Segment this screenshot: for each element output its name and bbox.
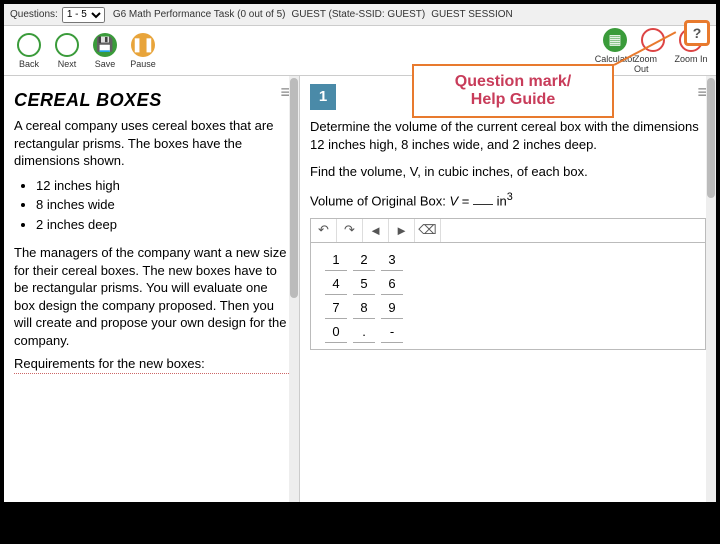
- key-3[interactable]: 3: [381, 249, 403, 271]
- questions-label: Questions:: [10, 9, 58, 20]
- nav-left-button[interactable]: ◄: [363, 219, 389, 242]
- questions-select[interactable]: 1 - 5: [62, 7, 105, 23]
- list-item: 12 inches high: [36, 176, 289, 196]
- passage-p3: Requirements for the new boxes:: [14, 355, 289, 374]
- key-2[interactable]: 2: [353, 249, 375, 271]
- callout-line2: Help Guide: [471, 91, 555, 109]
- key-4[interactable]: 4: [325, 273, 347, 295]
- content-area: ≡ CEREAL BOXES A cereal company uses cer…: [4, 76, 716, 502]
- left-scrollbar[interactable]: [289, 76, 299, 502]
- help-button[interactable]: ?: [684, 20, 710, 46]
- save-button[interactable]: 💾 Save: [86, 33, 124, 69]
- passage-p2: The managers of the company want a new s…: [14, 244, 289, 349]
- numeric-keypad: 1 2 3 4 5 6 7 8 9: [311, 243, 705, 349]
- key-6[interactable]: 6: [381, 273, 403, 295]
- question-number: 1: [310, 84, 336, 110]
- question-text-2: Find the volume, V, in cubic inches, of …: [310, 163, 706, 181]
- session-info: GUEST SESSION: [431, 9, 513, 20]
- task-info: G6 Math Performance Task (0 out of 5): [113, 9, 286, 20]
- question-mark-icon: ?: [693, 25, 702, 41]
- nav-right-button[interactable]: ►: [389, 219, 415, 242]
- user-info: GUEST (State-SSID: GUEST): [291, 9, 425, 20]
- volume-formula: Volume of Original Box: V = in3: [310, 191, 706, 208]
- key-8[interactable]: 8: [353, 297, 375, 319]
- undo-button[interactable]: ↶: [311, 219, 337, 242]
- help-callout: Question mark/ Help Guide: [412, 64, 614, 118]
- save-icon: 💾: [93, 33, 117, 57]
- key-5[interactable]: 5: [353, 273, 375, 295]
- key-minus[interactable]: -: [381, 321, 403, 343]
- key-9[interactable]: 9: [381, 297, 403, 319]
- callout-line1: Question mark/: [455, 73, 571, 91]
- calculator-icon: ▦: [603, 28, 627, 52]
- backspace-button[interactable]: ⌫: [415, 219, 441, 242]
- next-button[interactable]: → Next: [48, 33, 86, 69]
- redo-button[interactable]: ↷: [337, 219, 363, 242]
- key-7[interactable]: 7: [325, 297, 347, 319]
- key-0[interactable]: 0: [325, 321, 347, 343]
- bottom-letterbox: [0, 506, 720, 544]
- answer-toolbar: ↶ ↷ ◄ ► ⌫: [311, 219, 705, 243]
- right-scrollbar[interactable]: [706, 76, 716, 502]
- dimension-list: 12 inches high 8 inches wide 2 inches de…: [36, 176, 289, 235]
- back-button[interactable]: ← Back: [10, 33, 48, 69]
- top-info-bar: Questions: 1 - 5 G6 Math Performance Tas…: [4, 4, 716, 26]
- question-pane: ≡ 1 Determine the volume of the current …: [300, 76, 716, 502]
- passage-title: CEREAL BOXES: [14, 90, 289, 111]
- pause-button[interactable]: ❚❚ Pause: [124, 33, 162, 69]
- list-item: 8 inches wide: [36, 195, 289, 215]
- key-dot[interactable]: .: [353, 321, 375, 343]
- question-text-1: Determine the volume of the current cere…: [310, 118, 706, 153]
- passage-p1: A cereal company uses cereal boxes that …: [14, 117, 289, 170]
- list-item: 2 inches deep: [36, 215, 289, 235]
- arrow-left-icon: ←: [17, 33, 41, 57]
- pause-icon: ❚❚: [131, 33, 155, 57]
- passage-pane: ≡ CEREAL BOXES A cereal company uses cer…: [4, 76, 300, 502]
- arrow-right-icon: →: [55, 33, 79, 57]
- key-1[interactable]: 1: [325, 249, 347, 271]
- answer-blank: [473, 204, 493, 205]
- answer-input-area: ↶ ↷ ◄ ► ⌫ 1 2 3 4 5: [310, 218, 706, 350]
